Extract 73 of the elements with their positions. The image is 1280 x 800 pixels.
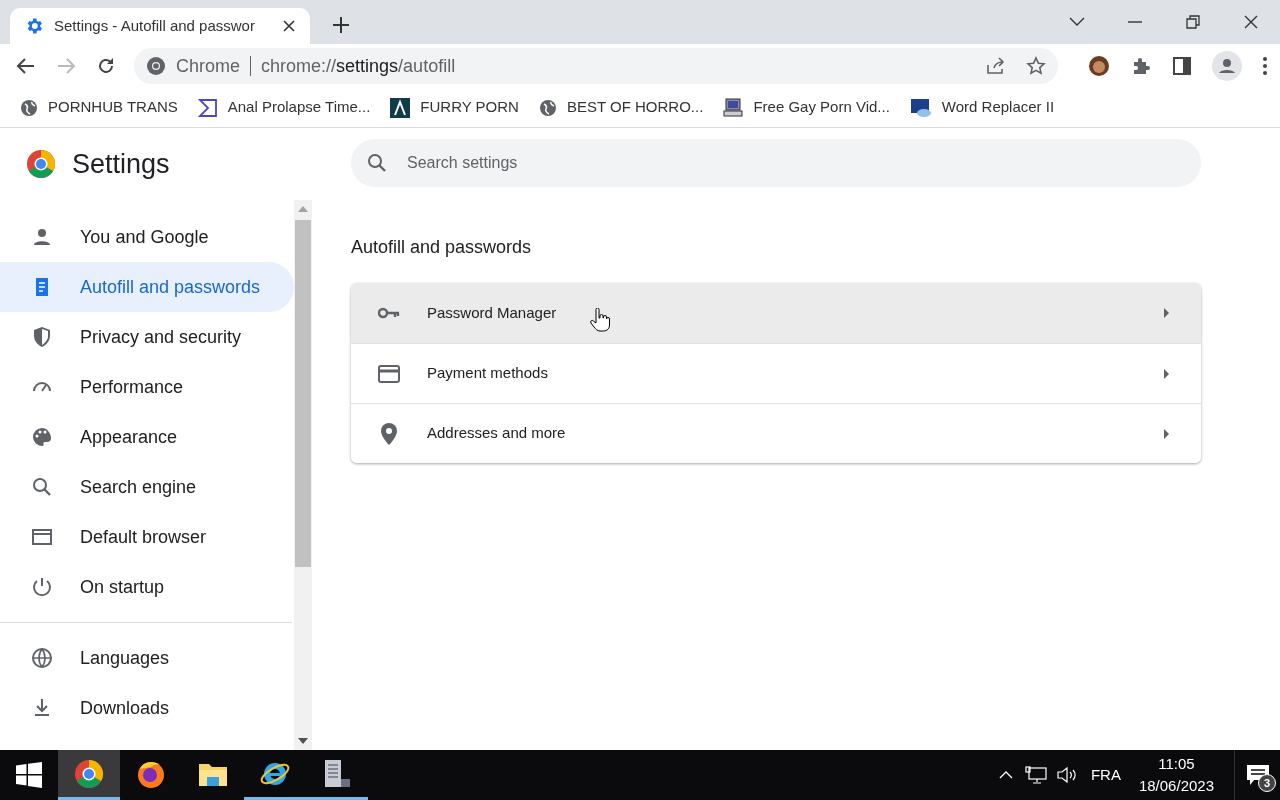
tab-title: Settings - Autofill and passwor: [54, 15, 256, 36]
hand-cursor-icon: [590, 308, 610, 332]
scrollbar-thumb[interactable]: [295, 220, 311, 567]
scrollbar[interactable]: [294, 200, 312, 750]
credit-card-icon: [378, 364, 400, 383]
globe-icon: [538, 98, 557, 117]
globe-icon: [30, 646, 54, 670]
notification-badge: 3: [1258, 774, 1276, 792]
bookmark-item[interactable]: BEST OF HORRO...: [538, 96, 704, 119]
bookmark-item[interactable]: Word Replacer II: [909, 96, 1055, 119]
extension-avatar-icon[interactable]: [1088, 55, 1110, 77]
search-field[interactable]: Search settings: [351, 139, 1201, 187]
sigma-icon: [197, 97, 218, 118]
site-label: Chrome: [176, 54, 241, 78]
chrome-logo-icon: [146, 56, 166, 76]
chrome-logo-icon: [74, 758, 104, 789]
location-pin-icon: [381, 422, 397, 445]
palette-icon: [30, 425, 54, 449]
sidebar-item[interactable]: Privacy and security: [0, 312, 294, 362]
caret-right-icon: [1164, 428, 1169, 439]
caret-right-icon: [1164, 308, 1169, 318]
sidebar-item[interactable]: Default browser: [0, 512, 294, 562]
url-text: chrome://settings/autofill: [261, 54, 456, 78]
letter-a-logo-icon: [390, 97, 411, 118]
taskbar-app[interactable]: [58, 750, 120, 800]
key-icon: [378, 306, 400, 320]
computer-icon: [723, 97, 744, 118]
address-bar[interactable]: Chrome chrome://settings/autofill: [134, 48, 1058, 84]
scroll-up-icon: [298, 206, 308, 212]
power-icon: [30, 575, 54, 599]
language-indicator[interactable]: FRA: [1090, 763, 1121, 787]
bookmark-item[interactable]: PORNHUB TRANS: [20, 96, 178, 119]
search-icon: [367, 153, 387, 173]
back-arrow-icon[interactable]: [16, 56, 36, 76]
settings-row[interactable]: Addresses and more: [351, 403, 1201, 463]
chevron-down-icon[interactable]: [1069, 17, 1085, 27]
reload-icon[interactable]: [96, 56, 116, 76]
settings-title: Settings: [72, 147, 170, 181]
chevron-up-icon[interactable]: [998, 771, 1013, 779]
windows-start-icon[interactable]: [16, 762, 42, 788]
close-icon[interactable]: [1244, 15, 1258, 29]
scroll-down-icon: [298, 738, 308, 744]
section-title: Autofill and passwords: [351, 236, 533, 259]
bookmark-item[interactable]: Free Gay Porn Vid...: [723, 96, 890, 119]
side-panel-icon[interactable]: [1172, 56, 1192, 76]
sidebar-item[interactable]: You and Google: [0, 212, 294, 262]
sidebar-item[interactable]: On startup: [0, 562, 294, 612]
sidebar-item[interactable]: Appearance: [0, 412, 294, 462]
settings-row[interactable]: Password Manager: [351, 283, 1201, 343]
chrome-logo-icon: [26, 149, 56, 179]
globe-icon: [20, 98, 38, 117]
caret-right-icon: [1164, 368, 1169, 379]
bookmark-item[interactable]: FURRY PORN: [390, 96, 519, 119]
browser-tab[interactable]: Settings - Autofill and passwor: [10, 8, 310, 44]
sidebar-item[interactable]: Search engine: [0, 462, 294, 512]
plus-icon[interactable]: [332, 16, 350, 34]
server-icon: [323, 758, 351, 789]
restore-icon[interactable]: [1186, 15, 1200, 29]
network-icon[interactable]: [1024, 766, 1047, 784]
profile-icon[interactable]: [1212, 51, 1242, 81]
more-menu-icon[interactable]: [1262, 56, 1268, 76]
close-icon[interactable]: [282, 19, 296, 33]
star-icon[interactable]: [1026, 56, 1046, 76]
speaker-icon[interactable]: [1056, 766, 1079, 784]
sidebar-item[interactable]: Performance: [0, 362, 294, 412]
app-logo-icon: [909, 97, 932, 118]
clock[interactable]: 11:05 18/06/2023: [1138, 753, 1214, 797]
bookmark-item[interactable]: Anal Prolapse Time...: [197, 96, 371, 119]
share-icon[interactable]: [986, 57, 1006, 75]
sidebar-item[interactable]: Autofill and passwords: [0, 262, 294, 312]
settings-row[interactable]: Payment methods: [351, 343, 1201, 403]
sidebar-item[interactable]: Languages: [0, 633, 294, 683]
sidebar-item[interactable]: Downloads: [0, 683, 294, 733]
